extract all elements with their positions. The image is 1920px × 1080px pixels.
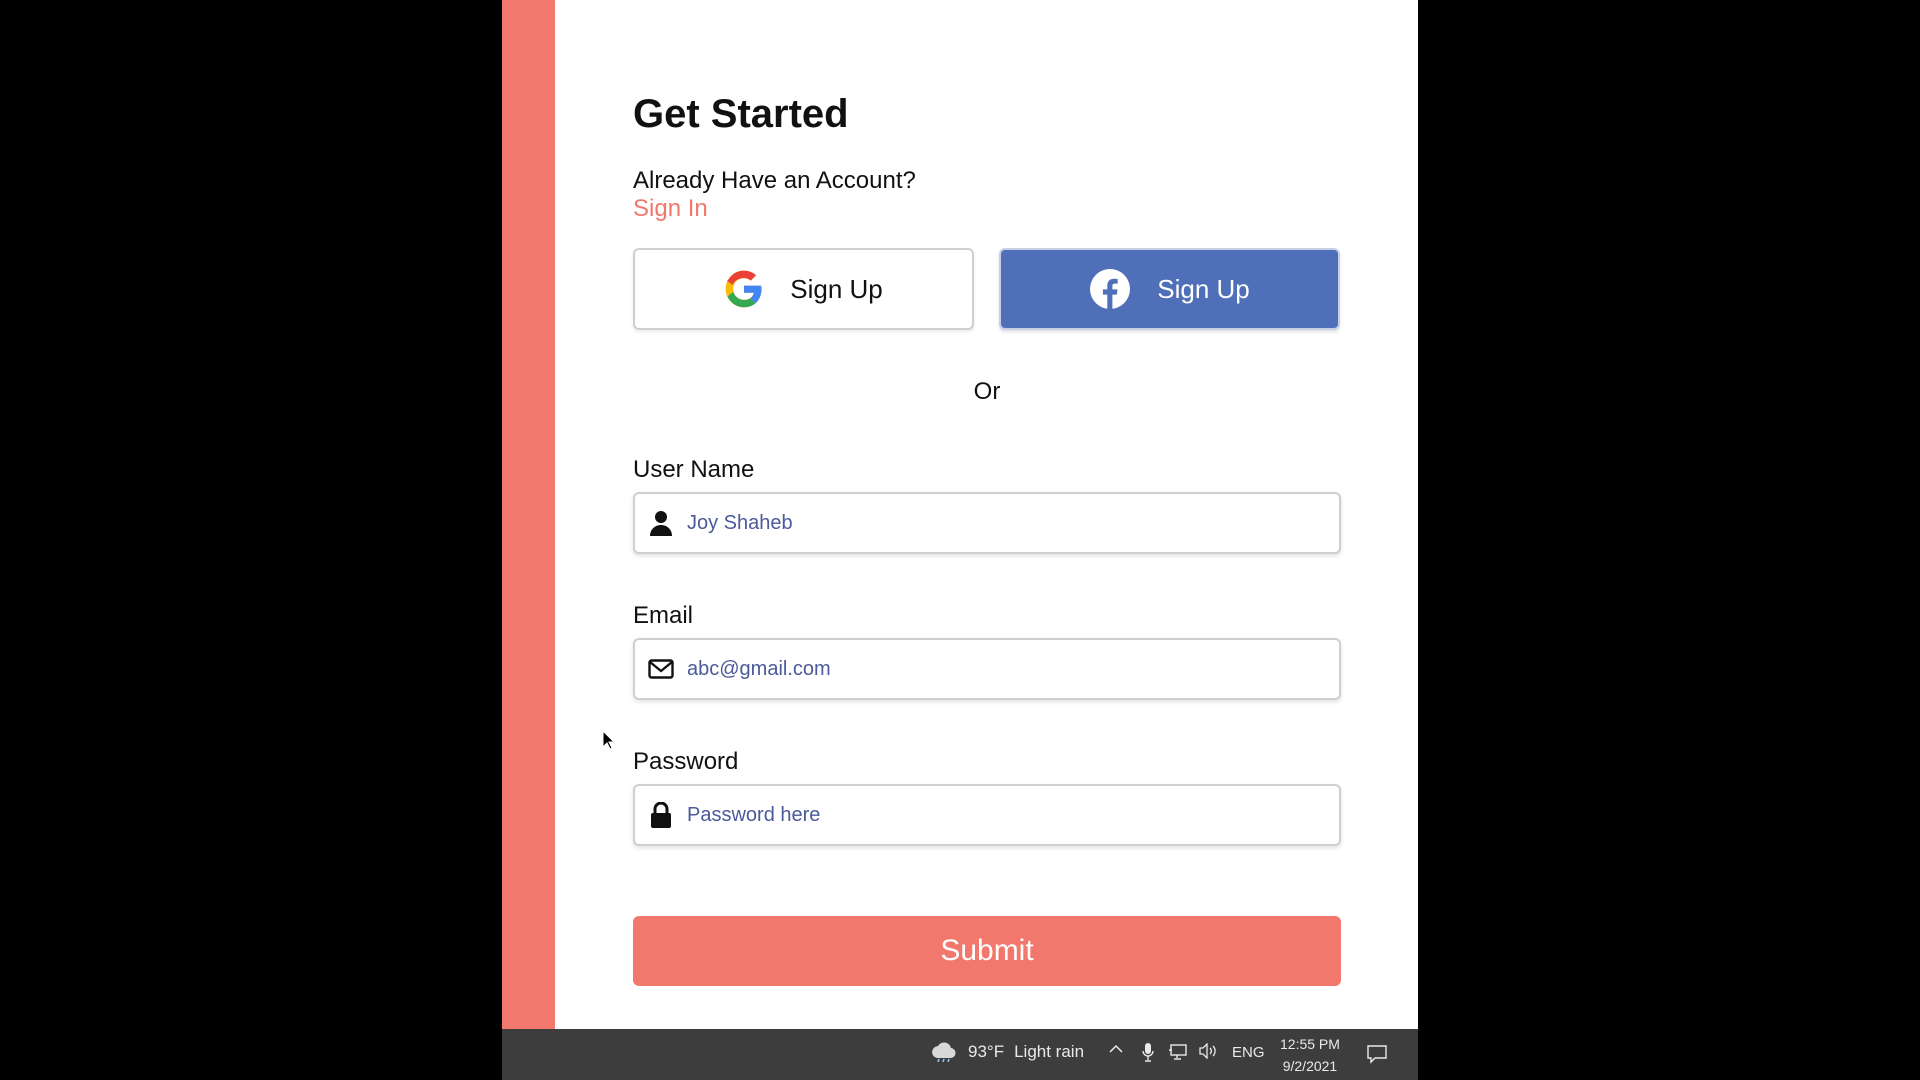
username-field (633, 492, 1341, 554)
accent-side-bar (502, 0, 555, 1029)
username-label: User Name (633, 456, 755, 483)
page-title: Get Started (633, 92, 849, 136)
show-hidden-icons-chevron-icon[interactable] (1108, 1043, 1124, 1055)
network-icon[interactable] (1168, 1044, 1188, 1060)
clock-time: 12:55 PM (1280, 1036, 1340, 1052)
cloud-rain-icon (930, 1042, 956, 1062)
already-have-account-text: Already Have an Account? (633, 167, 916, 194)
email-field (633, 638, 1341, 700)
taskbar: 93°F Light rain ENG 12:55 PM 9/2/2021 (502, 1029, 1418, 1080)
volume-icon[interactable] (1198, 1043, 1218, 1059)
google-icon (724, 269, 764, 309)
microphone-icon[interactable] (1142, 1042, 1154, 1062)
lock-icon (647, 801, 675, 829)
facebook-sign-up-button[interactable]: Sign Up (999, 248, 1340, 330)
password-input[interactable] (685, 794, 1339, 836)
google-sign-up-button[interactable]: Sign Up (633, 248, 974, 330)
password-label: Password (633, 748, 739, 775)
email-input[interactable] (685, 648, 1339, 690)
mouse-cursor-icon (602, 729, 616, 755)
language-indicator[interactable]: ENG (1232, 1044, 1265, 1061)
password-field (633, 784, 1341, 846)
user-icon (647, 509, 675, 537)
facebook-icon (1089, 268, 1131, 310)
clock-date: 9/2/2021 (1282, 1058, 1338, 1074)
submit-button[interactable]: Submit (633, 916, 1341, 986)
facebook-sign-up-label: Sign Up (1157, 273, 1250, 304)
weather-description: Light rain (1014, 1042, 1085, 1061)
browser-viewport: Get Started Already Have an Account? Sig… (502, 0, 1418, 1080)
email-label: Email (633, 602, 694, 629)
clock[interactable]: 12:55 PM 9/2/2021 (1280, 1033, 1340, 1077)
username-input[interactable] (685, 502, 1339, 544)
sign-in-link[interactable]: Sign In (633, 195, 708, 223)
envelope-icon (647, 655, 675, 683)
google-sign-up-label: Sign Up (790, 273, 883, 304)
or-divider-text: Or (973, 378, 1001, 405)
weather-temperature: 93°F (968, 1042, 1005, 1061)
weather-widget[interactable]: 93°F Light rain (930, 1042, 1084, 1062)
notifications-icon[interactable] (1366, 1044, 1388, 1064)
